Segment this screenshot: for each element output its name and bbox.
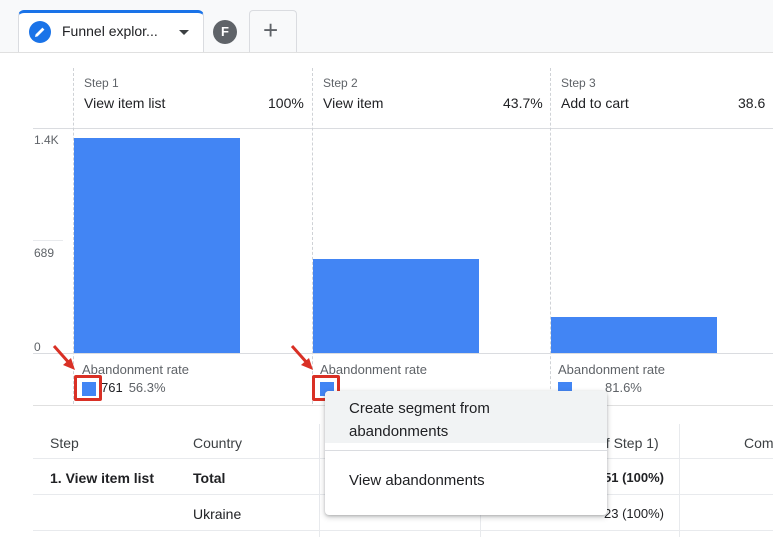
step-header-1: Step 1 View item list 100% [73, 68, 313, 128]
menu-item-create-segment[interactable]: Create segment from abandonments [325, 391, 607, 443]
plus-icon: + [263, 15, 279, 45]
y-tick-label: 1.4K [34, 133, 59, 147]
tab-label: Funnel explor... [62, 23, 158, 39]
gridline [33, 240, 63, 241]
abandonment-rate-label: Abandonment rate [558, 362, 665, 377]
table-cell-country: Ukraine [193, 506, 242, 522]
x-axis-baseline [33, 353, 773, 354]
avatar: F [213, 20, 237, 44]
column-header-users[interactable]: of Step 1) [598, 435, 659, 451]
y-tick-label: 0 [34, 340, 41, 354]
step-number: Step 2 [323, 76, 358, 90]
step-percent: 38.6 [738, 95, 766, 111]
chevron-down-icon[interactable] [179, 30, 189, 35]
column-header-country[interactable]: Country [193, 435, 242, 451]
step-number: Step 1 [84, 76, 119, 90]
bar-add-to-cart[interactable] [551, 317, 717, 353]
row-divider [33, 530, 773, 531]
step-number: Step 3 [561, 76, 596, 90]
bar-view-item-list[interactable] [74, 138, 240, 353]
annotation-arrow-icon [52, 345, 75, 370]
step-percent: 100% [268, 95, 304, 111]
annotation-arrow-icon [290, 345, 313, 370]
step-name: Add to cart [561, 95, 629, 111]
bar-view-item[interactable] [313, 259, 479, 353]
menu-divider [325, 450, 607, 451]
column-header-step[interactable]: Step [50, 435, 79, 451]
column-divider [319, 424, 320, 537]
tab-user[interactable]: F [204, 10, 248, 52]
add-tab-button[interactable]: + [249, 10, 297, 52]
step-name: View item [323, 95, 384, 111]
table-cell-country: Total [193, 470, 226, 486]
table-cell-step: 1. View item list [50, 470, 155, 486]
step-percent: 43.7% [503, 95, 543, 111]
step-header-2: Step 2 View item 43.7% [312, 68, 550, 128]
step-name: View item list [84, 95, 166, 111]
abandonment-context-menu: Create segment from abandonments View ab… [325, 391, 607, 515]
header-divider [33, 128, 773, 129]
tab-funnel-exploration[interactable]: Funnel explor... [18, 10, 204, 52]
pencil-icon [29, 21, 51, 43]
abandonment-percent: 81.6% [605, 380, 642, 395]
table-cell-users: 23 (100%) [604, 506, 664, 521]
y-tick-label: 689 [34, 246, 55, 260]
column-header-completion[interactable]: Com [744, 435, 773, 451]
abandonment-percent: 56.3% [128, 380, 166, 395]
menu-item-label: View abandonments [349, 472, 485, 489]
menu-item-label: Create segment from abandonments [349, 400, 490, 440]
menu-item-view-abandonments[interactable]: View abandonments [325, 461, 607, 503]
column-divider [679, 424, 680, 537]
funnel-chart: Step 1 View item list 100% Step 2 View i… [0, 52, 773, 405]
tab-bar: Funnel explor... F + [0, 0, 773, 53]
highlight-box [74, 375, 102, 401]
table-cell-users: 51 (100%) [604, 470, 664, 485]
step-header-3: Step 3 Add to cart 38.6 [550, 68, 773, 128]
abandonment-count: 761 [101, 380, 123, 395]
